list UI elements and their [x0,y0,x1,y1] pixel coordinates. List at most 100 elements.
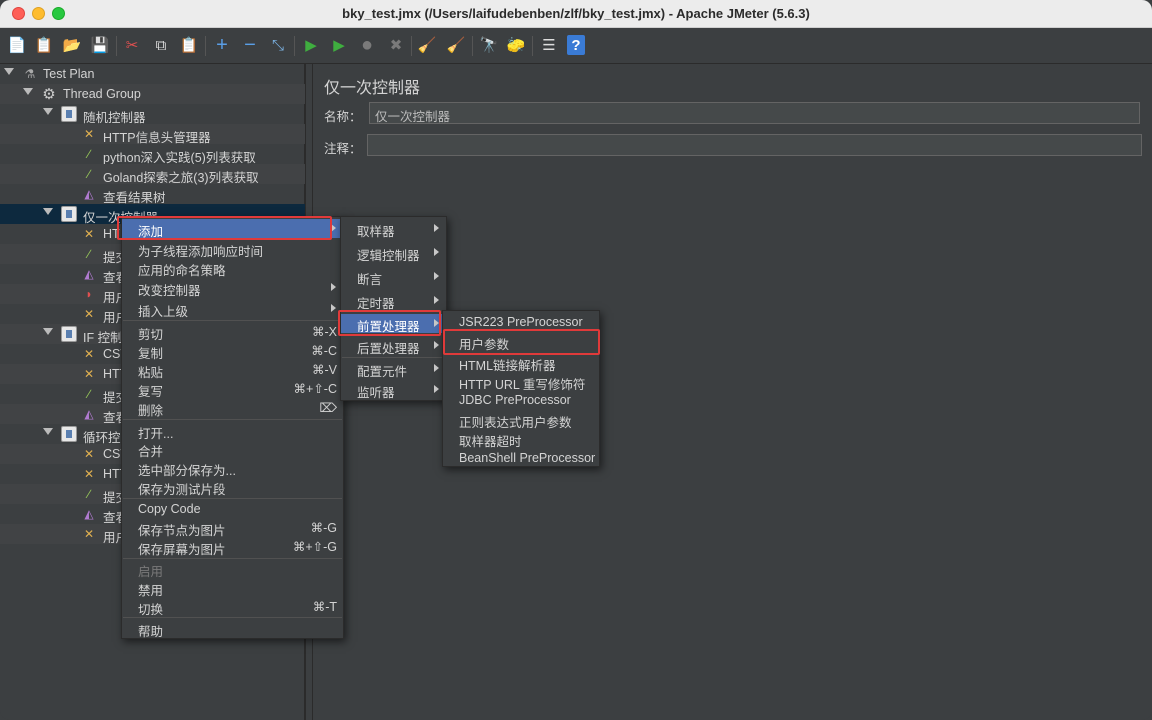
toolbar-separator [205,36,206,56]
expand-arrow-icon[interactable] [4,68,14,75]
menu-item-save-node-image[interactable]: 保存节点为图片 ⌘-G [122,518,343,538]
tree-item-sampler[interactable]: ∕ Goland探索之旅(3)列表获取 [0,164,305,185]
search-icon[interactable]: 🔭 [478,33,500,57]
menu-item-html-link-parser[interactable]: HTML链接解析器 [443,353,599,373]
start-no-pause-icon[interactable]: ▶ [328,33,350,57]
tools-icon: ✕ [83,347,95,361]
name-field[interactable]: 仅一次控制器 [369,102,1140,124]
menu-item-insert-parent[interactable]: 插入上级 [122,299,343,319]
context-menu: 添加 为子线程添加响应时间 应用的命名策略 改变控制器 插入上级 剪切 ⌘-X 复… [121,216,344,639]
clear-icon[interactable]: 🧹 [416,33,438,57]
toolbar-separator [411,36,412,56]
comment-field[interactable] [367,134,1142,156]
controller-icon [61,326,77,342]
menu-item-cut[interactable]: 剪切 ⌘-X [122,322,343,342]
menu-item-assertion[interactable]: 断言 [341,267,446,287]
controller-icon [61,426,77,442]
tree-item-result-tree[interactable]: ◭ 查看结果树 [0,184,305,205]
menu-item-timer[interactable]: 定时器 [341,291,446,311]
menu-item-delete[interactable]: 删除 ⌦ [122,398,343,418]
menu-item-disable[interactable]: 禁用 [122,578,343,598]
submenu-arrow-icon [434,296,439,304]
menu-separator [123,419,342,420]
submenu-arrow-icon [331,304,336,312]
reset-search-icon[interactable]: 🧽 [505,33,527,57]
cut-icon[interactable]: ✂ [121,33,143,57]
menu-item-sample-timeout[interactable]: 取样器超时 [443,429,599,449]
expand-icon[interactable]: + [211,33,233,57]
menu-item-enable: 启用 [138,565,164,579]
annotation-highlight-user-parameters [443,329,600,355]
menu-item-beanshell-preprocessor[interactable]: BeanShell PreProcessor [443,449,599,468]
pipette-icon: ∕ [87,487,90,501]
collapse-icon[interactable]: − [239,33,261,57]
chart-icon: ◭ [84,187,94,201]
flask-icon: ⚗ [24,67,36,81]
copy-icon[interactable]: ⧉ [150,33,172,57]
save-icon[interactable]: 💾 [89,33,111,57]
menu-item-post-processor[interactable]: 后置处理器 [341,336,446,356]
expand-arrow-icon[interactable] [43,328,53,335]
menu-separator [123,617,342,618]
toggle-icon[interactable]: ⤡ [267,33,289,57]
chart-icon: ◭ [84,507,94,521]
menu-item-listener[interactable]: 监听器 [341,380,446,400]
menu-item-add-response-time[interactable]: 为子线程添加响应时间 [122,239,343,259]
chart-icon: ◭ [84,267,94,281]
menu-item-save-selection[interactable]: 选中部分保存为... [122,458,343,478]
templates-icon[interactable]: 📋 [33,33,55,57]
menu-item-http-url-rewriting[interactable]: HTTP URL 重写修饰符 [443,372,599,392]
menu-item-toggle[interactable]: 切换 ⌘-T [122,597,343,617]
toolbar-separator [116,36,117,56]
submenu-arrow-icon [331,283,336,291]
expand-arrow-icon[interactable] [43,428,53,435]
menu-item-sampler[interactable]: 取样器 [341,219,446,239]
menu-item-naming-policy[interactable]: 应用的命名策略 [122,258,343,278]
open-icon[interactable]: 📂 [61,33,83,57]
tree-item-random-controller[interactable]: 随机控制器 [0,104,305,125]
comment-label: 注释： [324,142,362,156]
menu-item-copy-code[interactable]: Copy Code [122,500,343,519]
function-helper-icon[interactable]: ☰ [538,33,560,57]
expand-arrow-icon[interactable] [43,208,53,215]
tools-icon: ✕ [83,467,95,481]
menu-item-save-screen-image[interactable]: 保存屏幕为图片 ⌘+⇧-G [122,537,343,557]
tools-icon: ✕ [83,307,95,321]
chart-icon: ◭ [84,407,94,421]
tree-item-header-manager[interactable]: ✕ HTTP信息头管理器 [0,124,305,145]
menu-item-regex-user-parameters[interactable]: 正则表达式用户参数 [443,410,599,430]
menu-item-paste[interactable]: 粘贴 ⌘-V [122,360,343,380]
menu-item-help[interactable]: 帮助 [122,619,343,639]
tree-item-test-plan[interactable]: ⚗ Test Plan [0,64,305,84]
stop-icon[interactable]: ● [356,33,378,57]
tree-item-thread-group[interactable]: ⚙ Thread Group [0,84,305,104]
annotation-highlight-add [117,216,332,240]
annotation-highlight-preprocessor [338,310,441,336]
pipette-icon: ∕ [87,387,90,401]
tree-item-sampler[interactable]: ∕ python深入实践(5)列表获取 [0,144,305,165]
shutdown-icon[interactable]: ✖ [385,33,407,57]
menu-item-merge[interactable]: 合并 [122,439,343,459]
menu-item-jdbc-preprocessor[interactable]: JDBC PreProcessor [443,391,599,410]
menu-separator [123,320,342,321]
menu-item-save-fragment[interactable]: 保存为测试片段 [122,477,343,497]
menu-item-open[interactable]: 打开... [122,421,343,441]
menu-item-duplicate[interactable]: 复写 ⌘+⇧-C [122,379,343,399]
submenu-arrow-icon [434,341,439,349]
expand-arrow-icon[interactable] [23,88,33,95]
menu-item-copy[interactable]: 复制 ⌘-C [122,341,343,361]
menu-item-logic-controller[interactable]: 逻辑控制器 [341,243,446,263]
new-icon[interactable]: 📄 [6,33,28,57]
clear-all-icon[interactable]: 🧹 [445,33,467,57]
menu-item-change-controller[interactable]: 改变控制器 [122,278,343,298]
menu-item-config-element[interactable]: 配置元件 [341,359,446,379]
name-label: 名称： [324,110,362,124]
pipette-icon: ∕ [87,167,90,181]
pipette-icon: ∕ [87,147,90,161]
submenu-arrow-icon [434,364,439,372]
expand-arrow-icon[interactable] [43,108,53,115]
start-icon[interactable]: ▶ [300,33,322,57]
menu-separator [342,357,445,358]
paste-icon[interactable]: 📋 [178,33,200,57]
help-icon[interactable]: ? [567,35,585,55]
